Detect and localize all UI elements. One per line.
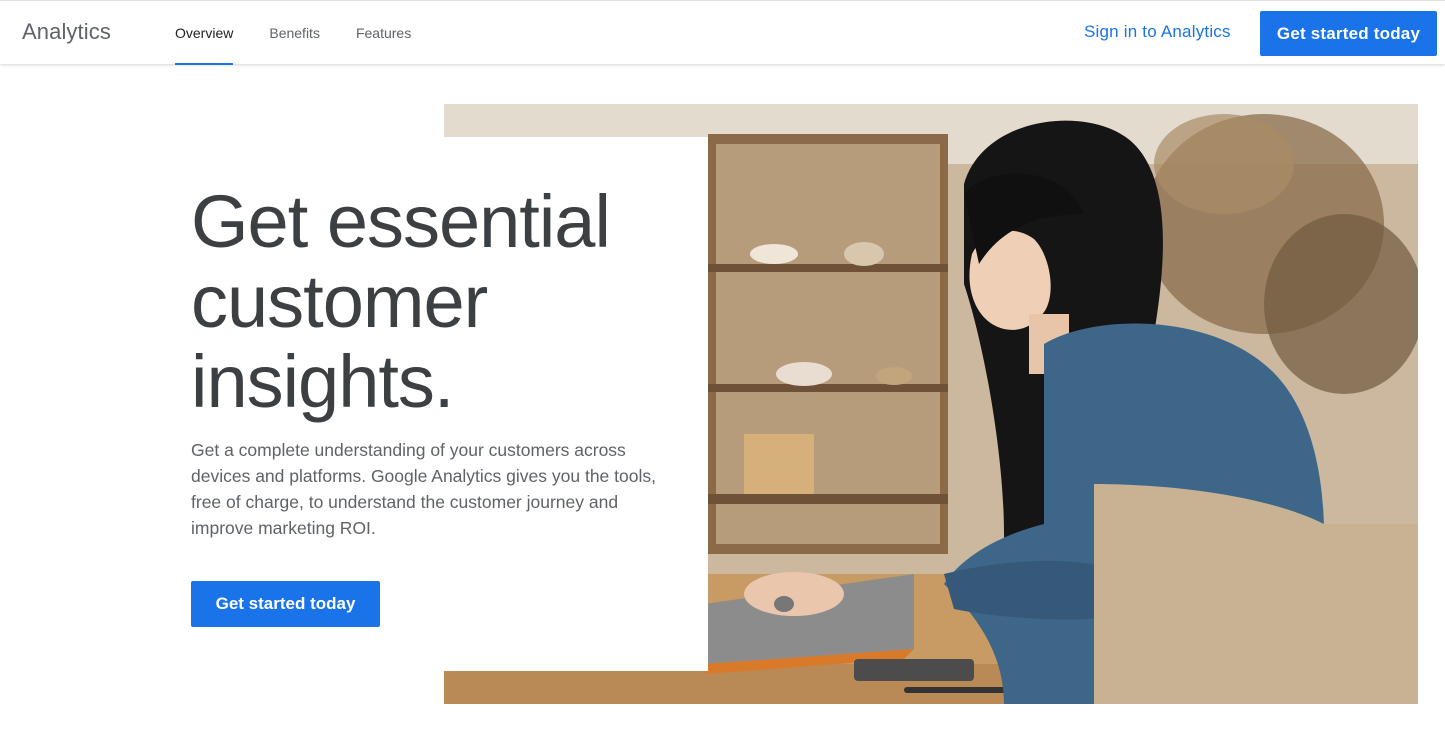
header-get-started-button[interactable]: Get started today bbox=[1260, 11, 1437, 56]
nav-tabs: Overview Benefits Features bbox=[175, 1, 447, 65]
tab-overview[interactable]: Overview bbox=[175, 1, 234, 65]
sign-in-link[interactable]: Sign in to Analytics bbox=[1084, 22, 1231, 42]
hero-get-started-button[interactable]: Get started today bbox=[191, 581, 380, 627]
hero-headline: Get essential customer insights. bbox=[191, 180, 611, 423]
tab-benefits[interactable]: Benefits bbox=[269, 1, 320, 65]
tab-features[interactable]: Features bbox=[356, 1, 411, 65]
brand-logo[interactable]: Analytics bbox=[22, 19, 111, 45]
hero-description: Get a complete understanding of your cus… bbox=[191, 440, 656, 538]
top-header: Analytics Overview Benefits Features Sig… bbox=[0, 0, 1445, 65]
